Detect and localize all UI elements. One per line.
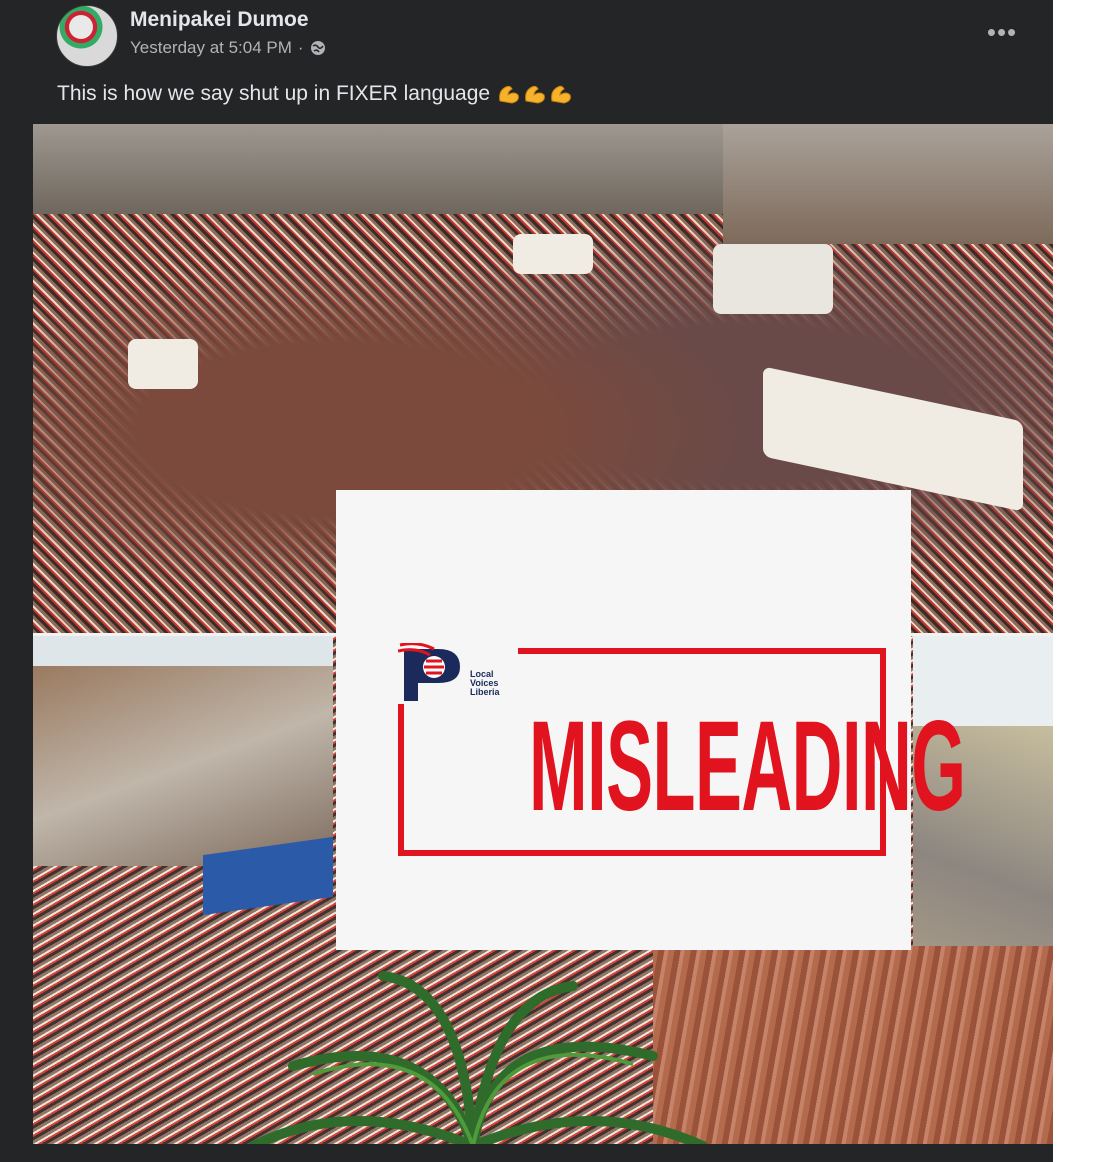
local-voices-liberia-logo: [398, 643, 460, 701]
post-header: Menipakei Dumoe Yesterday at 5:04 PM · •…: [0, 0, 1053, 70]
flexed-biceps-emoji: [496, 79, 576, 106]
palm-tree: [248, 971, 708, 1144]
avatar[interactable]: [56, 5, 118, 67]
timestamp[interactable]: Yesterday at 5:04 PM: [130, 38, 292, 58]
meta-separator: ·: [297, 38, 304, 57]
more-options-button[interactable]: •••: [976, 14, 1028, 50]
vehicle: [128, 339, 198, 389]
misleading-stamp-text: MISLEADING: [529, 695, 966, 838]
balcony: [723, 124, 1053, 244]
author-name[interactable]: Menipakei Dumoe: [130, 8, 309, 32]
caption-text: This is how we say shut up in FIXER lang…: [57, 82, 491, 105]
rusty-roof: [653, 946, 1053, 1144]
post-photo[interactable]: Local Voices Liberia MISLEADING: [33, 124, 1053, 1144]
globe-icon[interactable]: [310, 40, 326, 56]
fact-check-overlay: Local Voices Liberia MISLEADING: [336, 490, 966, 950]
post-meta: Yesterday at 5:04 PM ·: [130, 38, 326, 58]
logo-text: Local Voices Liberia: [470, 670, 500, 697]
ellipsis-icon: •••: [986, 17, 1018, 47]
vehicle: [513, 234, 593, 274]
post-caption: This is how we say shut up in FIXER lang…: [57, 79, 576, 106]
rooftops: [33, 666, 333, 866]
logo-line: Liberia: [470, 687, 500, 697]
truck: [713, 244, 833, 314]
facebook-post: Menipakei Dumoe Yesterday at 5:04 PM · •…: [0, 0, 1053, 1162]
